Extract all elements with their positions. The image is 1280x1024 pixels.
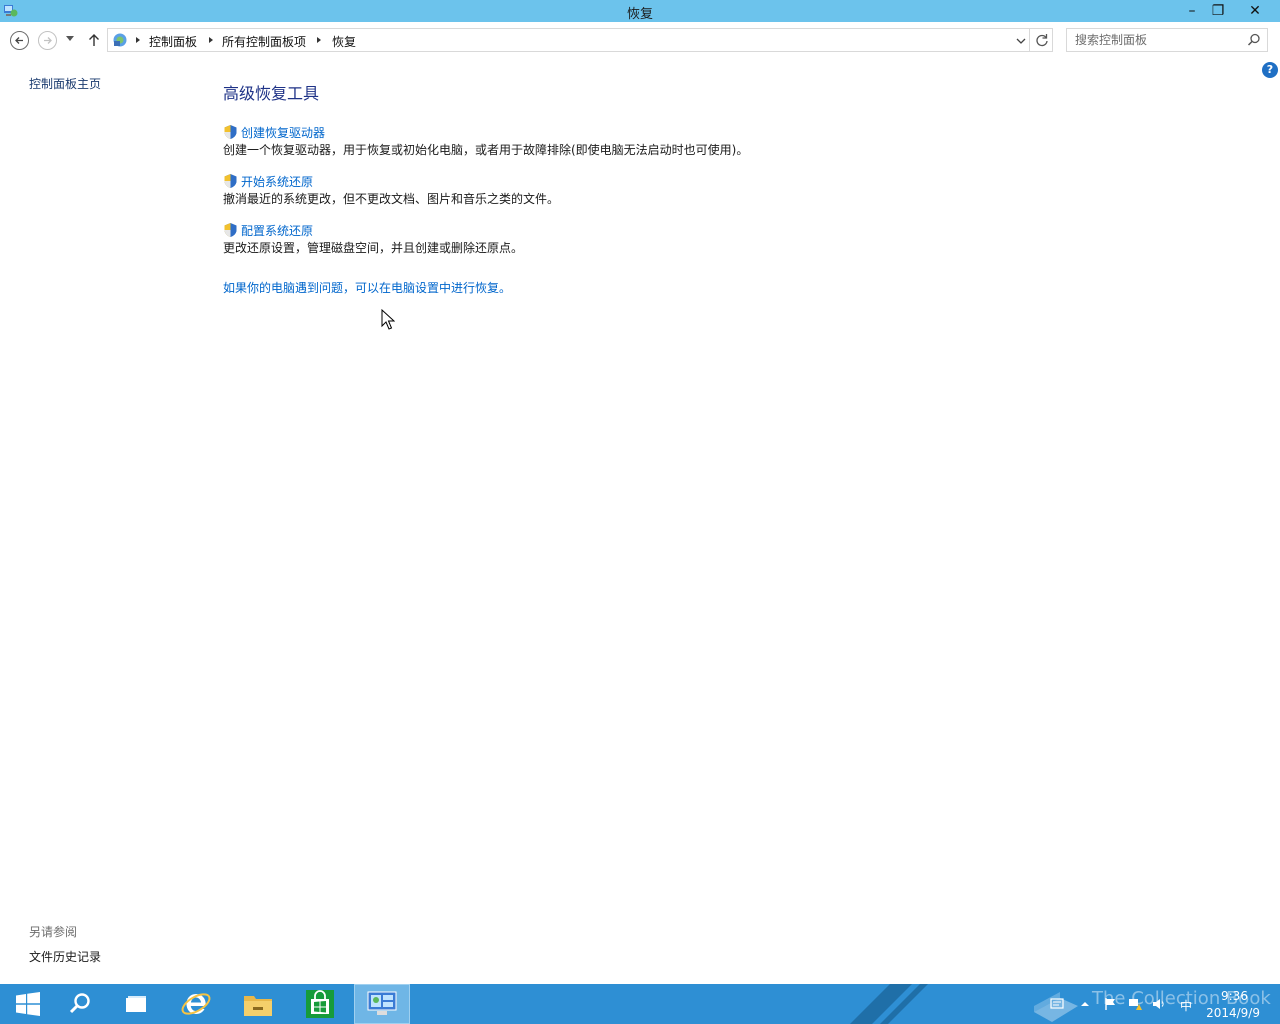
- control-panel-taskbar-button[interactable]: [354, 984, 410, 1024]
- see-also-heading: 另请参阅: [29, 925, 78, 939]
- show-hidden-icons-chevron-icon[interactable]: [1078, 997, 1092, 1011]
- window-title: 恢复: [626, 7, 653, 22]
- close-button[interactable]: ✕: [1240, 0, 1270, 22]
- back-button[interactable]: [10, 31, 29, 50]
- breadcrumb-control-panel[interactable]: 控制面板: [149, 33, 197, 50]
- file-history-link[interactable]: 文件历史记录: [29, 948, 101, 965]
- taskbar: The Collection Book 中 9:36 2014/9/9: [0, 984, 1280, 1024]
- task-configure-system-restore: 配置系统还原 更改还原设置，管理磁盘空间，并且创建或删除还原点。: [223, 221, 523, 256]
- address-divider: [1029, 29, 1030, 51]
- minimize-button[interactable]: –: [1178, 0, 1206, 22]
- clock-date[interactable]: 2014/9/9: [1200, 1006, 1260, 1020]
- breadcrumb-all-items[interactable]: 所有控制面板项: [222, 33, 306, 50]
- internet-explorer-button[interactable]: [168, 984, 224, 1024]
- volume-icon[interactable]: [1152, 997, 1166, 1011]
- control-panel-icon: [367, 991, 397, 1015]
- up-arrow-icon[interactable]: [88, 33, 100, 47]
- task-view-button[interactable]: [108, 984, 164, 1024]
- internet-explorer-icon: [181, 993, 211, 1015]
- help-icon[interactable]: ?: [1262, 62, 1278, 78]
- action-center-icon[interactable]: [1050, 997, 1064, 1011]
- task-start-system-restore: 开始系统还原 撤消最近的系统更改，但不更改文档、图片和音乐之类的文件。: [223, 172, 559, 207]
- title-bar: 恢复 – ❐ ✕: [0, 0, 1280, 22]
- forward-arrow-icon: [44, 37, 52, 44]
- flag-icon[interactable]: [1104, 997, 1118, 1011]
- clock-time[interactable]: 9:36: [1221, 989, 1248, 1003]
- task-description: 创建一个恢复驱动器，用于恢复或初始化电脑，或者用于故障排除(即使电脑无法启动时也…: [223, 143, 749, 157]
- search-input[interactable]: [1075, 32, 1240, 48]
- forward-button[interactable]: [38, 31, 57, 50]
- page-title: 高级恢复工具: [223, 84, 320, 103]
- navigation-bar: 控制面板 所有控制面板项 恢复: [0, 22, 1280, 58]
- start-system-restore-link[interactable]: 开始系统还原: [241, 173, 313, 190]
- search-icon: [69, 993, 90, 1014]
- task-create-recovery-drive: 创建恢复驱动器 创建一个恢复驱动器，用于恢复或初始化电脑，或者用于故障排除(即使…: [223, 123, 748, 158]
- maximize-button[interactable]: ❐: [1204, 0, 1232, 22]
- control-panel-home-link[interactable]: 控制面板主页: [29, 75, 101, 92]
- address-bar[interactable]: 控制面板 所有控制面板项 恢复: [107, 28, 1053, 52]
- search-box[interactable]: [1066, 28, 1268, 52]
- network-warning-icon[interactable]: [1128, 997, 1142, 1011]
- back-arrow-icon: [15, 37, 23, 44]
- breadcrumb-recovery[interactable]: 恢复: [332, 33, 356, 50]
- mouse-cursor-icon: [381, 309, 395, 330]
- uac-shield-icon: [224, 174, 237, 188]
- breadcrumb-separator-icon[interactable]: [317, 37, 321, 43]
- breadcrumb-separator-icon[interactable]: [209, 37, 213, 43]
- refresh-icon[interactable]: [1033, 31, 1051, 49]
- start-icon: [16, 992, 40, 1016]
- task-description: 撤消最近的系统更改，但不更改文档、图片和音乐之类的文件。: [223, 192, 560, 206]
- control-panel-location-icon: [113, 33, 127, 47]
- uac-shield-icon: [224, 125, 237, 139]
- store-icon: [306, 990, 334, 1018]
- task-description: 更改还原设置，管理磁盘空间，并且创建或删除还原点。: [223, 241, 524, 255]
- taskbar-search-button[interactable]: [52, 984, 108, 1024]
- store-button[interactable]: [292, 984, 348, 1024]
- input-method-indicator[interactable]: 中: [1180, 997, 1192, 1014]
- task-view-icon: [126, 996, 146, 1012]
- breadcrumb-separator-icon[interactable]: [136, 37, 140, 43]
- configure-system-restore-link[interactable]: 配置系统还原: [241, 222, 313, 239]
- start-button[interactable]: [0, 984, 56, 1024]
- file-explorer-button[interactable]: [230, 984, 286, 1024]
- create-recovery-drive-link[interactable]: 创建恢复驱动器: [241, 124, 325, 141]
- address-dropdown-chevron-icon[interactable]: [1014, 35, 1028, 47]
- uac-shield-icon: [224, 223, 237, 237]
- file-explorer-icon: [244, 996, 272, 1016]
- pc-settings-recovery-link[interactable]: 如果你的电脑遇到问题，可以在电脑设置中进行恢复。: [223, 279, 511, 296]
- search-icon[interactable]: [1247, 33, 1261, 47]
- recent-locations-dropdown[interactable]: [66, 36, 74, 41]
